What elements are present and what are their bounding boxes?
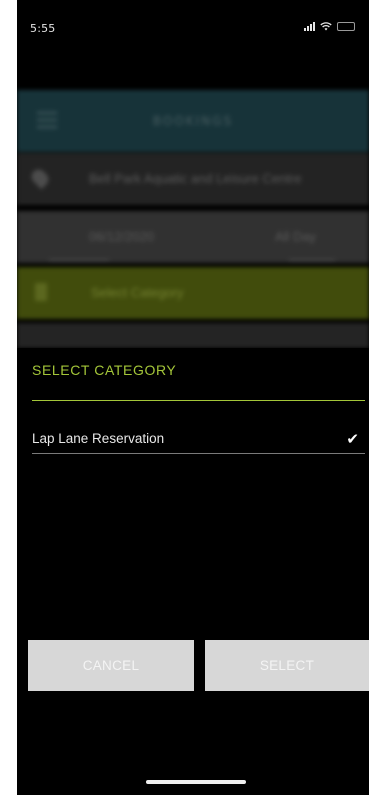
checkmark-icon: ✔: [346, 430, 359, 448]
home-indicator[interactable]: [146, 780, 246, 784]
category-option-label: Lap Lane Reservation: [32, 431, 165, 446]
select-button[interactable]: SELECT: [205, 640, 369, 691]
phone-screen: 5:55 BOOKINGS Bell Park Aquatic and Leis…: [17, 0, 369, 795]
battery-icon: [337, 22, 355, 31]
background-image-strip: [17, 323, 369, 348]
background-header: BOOKINGS: [17, 90, 369, 152]
status-bar: 5:55: [17, 0, 369, 70]
divider: [49, 259, 109, 261]
background-date-row: 06/12/2020 All Day: [17, 211, 369, 263]
background-title: BOOKINGS: [152, 114, 234, 128]
divider: [289, 259, 335, 261]
wifi-icon: [320, 22, 332, 31]
cellular-signal-icon: [304, 22, 315, 31]
picker-divider: [32, 400, 365, 401]
background-category-text: Select Category: [91, 285, 184, 300]
background-time-text: All Day: [275, 229, 317, 244]
background-booking-screen: BOOKINGS Bell Park Aquatic and Leisure C…: [17, 70, 369, 348]
status-time: 5:55: [30, 22, 56, 35]
background-category-row: Select Category: [17, 267, 369, 319]
category-picker: SELECT CATEGORY Lap Lane Reservation ✔ C…: [17, 348, 369, 795]
background-location-text: Bell Park Aquatic and Leisure Centre: [89, 171, 302, 186]
location-pin-icon: [28, 166, 52, 190]
background-location-row: Bell Park Aquatic and Leisure Centre: [17, 153, 369, 205]
background-date-text: 06/12/2020: [89, 229, 155, 244]
cancel-button[interactable]: CANCEL: [28, 640, 194, 691]
category-icon: [35, 283, 47, 301]
category-option[interactable]: Lap Lane Reservation ✔: [32, 424, 365, 454]
picker-title: SELECT CATEGORY: [32, 362, 177, 378]
status-icons: [304, 22, 355, 31]
